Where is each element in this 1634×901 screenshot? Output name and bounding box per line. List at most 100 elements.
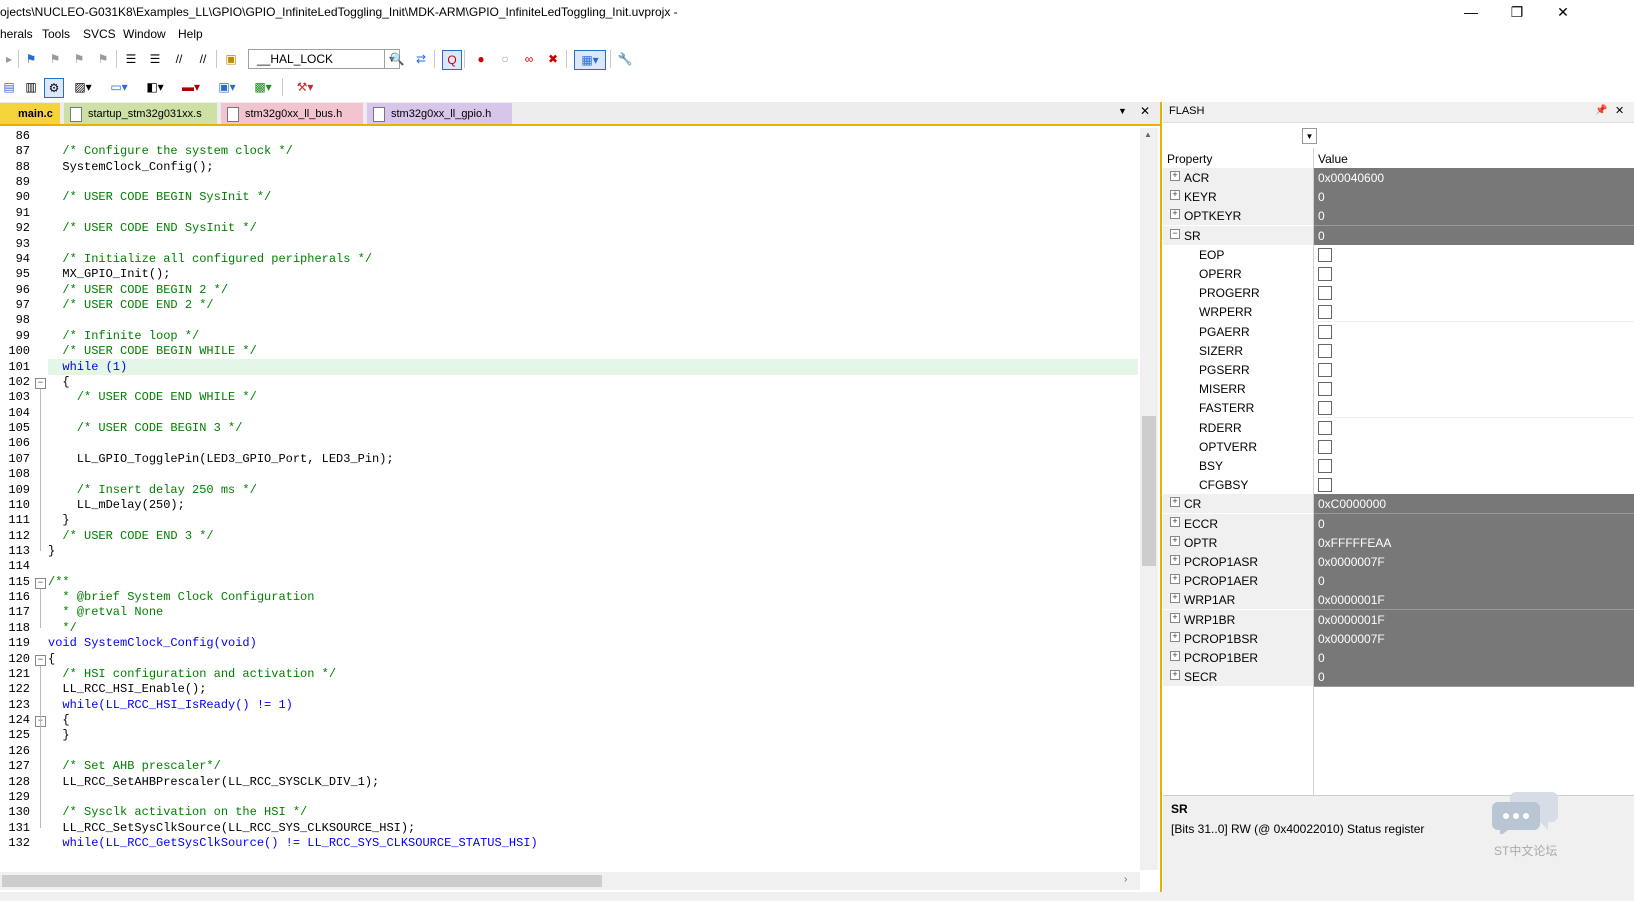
column-divider[interactable] — [1313, 148, 1314, 848]
disable-breakpoint-icon[interactable]: ○ — [496, 50, 514, 68]
bitfield-row[interactable]: PGAERR — [1163, 322, 1634, 342]
bitfield-row[interactable]: PGSERR — [1163, 360, 1634, 380]
find-in-files-icon[interactable]: ▣ — [222, 50, 240, 68]
property-value-cell[interactable] — [1314, 398, 1634, 418]
bookmark-flag-icon[interactable]: ⚑ — [22, 50, 40, 68]
bitfield-row[interactable]: FASTERR — [1163, 398, 1634, 418]
serial-icon[interactable]: ▣▾ — [212, 78, 242, 96]
bitfield-row[interactable]: SIZERR — [1163, 341, 1634, 361]
bit-checkbox[interactable] — [1318, 305, 1332, 319]
close-tab-icon[interactable]: ✕ — [1140, 104, 1150, 118]
debug-session-icon[interactable]: Q — [442, 50, 462, 70]
bit-checkbox[interactable] — [1318, 286, 1332, 300]
bit-checkbox[interactable] — [1318, 401, 1332, 415]
collapse-icon[interactable]: − — [1170, 229, 1180, 239]
configure-icon[interactable]: 🔧 — [616, 50, 634, 68]
fold-toggle-icon[interactable]: − — [35, 655, 46, 666]
property-value-cell[interactable]: 0x0000007F — [1314, 629, 1634, 649]
registers-icon[interactable]: ▨▾ — [68, 78, 98, 96]
expand-icon[interactable]: + — [1170, 536, 1180, 546]
close-panel-icon[interactable]: ✕ — [1615, 104, 1624, 117]
bit-checkbox[interactable] — [1318, 382, 1332, 396]
command-window-icon[interactable]: ▤ — [0, 78, 18, 96]
property-value-cell[interactable] — [1314, 456, 1634, 476]
property-value-cell[interactable]: 0 — [1314, 187, 1634, 207]
expand-icon[interactable]: + — [1170, 517, 1180, 527]
expand-icon[interactable]: + — [1170, 613, 1180, 623]
property-value-cell[interactable] — [1314, 245, 1634, 265]
find-combo[interactable]: __HAL_LOCK ▼ — [248, 49, 400, 69]
property-value-cell[interactable] — [1314, 264, 1634, 284]
menu-window[interactable]: Window — [123, 27, 166, 41]
bitfield-row[interactable]: EOP — [1163, 245, 1634, 265]
horizontal-scrollbar[interactable]: › — [0, 872, 1140, 890]
property-value-cell[interactable]: 0 — [1314, 648, 1634, 668]
pin-icon[interactable]: 📌 — [1595, 105, 1607, 116]
expand-icon[interactable]: + — [1170, 651, 1180, 661]
expand-icon[interactable]: + — [1170, 171, 1180, 181]
property-value-cell[interactable]: 0x0000001F — [1314, 610, 1634, 630]
property-value-cell[interactable] — [1314, 475, 1634, 495]
expand-icon[interactable]: + — [1170, 190, 1180, 200]
bitfield-row[interactable]: BSY — [1163, 456, 1634, 476]
bitfield-row[interactable]: CFGBSY — [1163, 475, 1634, 495]
property-value-cell[interactable] — [1314, 360, 1634, 380]
bit-checkbox[interactable] — [1318, 344, 1332, 358]
close-button[interactable]: ✕ — [1540, 0, 1586, 24]
register-row[interactable]: + WRP1AR 0x0000001F — [1163, 590, 1634, 610]
step-icon[interactable]: ▸ — [0, 50, 18, 68]
tab-ll-bus-h[interactable]: stm32g0xx_ll_bus.h — [221, 103, 363, 124]
disable-all-breakpoints-icon[interactable]: ∞ — [520, 50, 538, 68]
expand-icon[interactable]: + — [1170, 593, 1180, 603]
watch-icon[interactable]: ◧▾ — [140, 78, 170, 96]
property-value-cell[interactable]: 0xFFFFFEAA — [1314, 533, 1634, 553]
property-value-cell[interactable]: 0x00040600 — [1314, 168, 1634, 188]
scroll-up-icon[interactable]: ▲ — [1144, 130, 1152, 139]
find-icon[interactable]: 🔍 — [388, 50, 406, 68]
analysis-icon[interactable]: ▩▾ — [248, 78, 278, 96]
register-row[interactable]: + PCROP1BER 0 — [1163, 648, 1634, 668]
unindent-icon[interactable]: ☰ — [146, 50, 164, 68]
bitfield-row[interactable]: WRPERR — [1163, 302, 1634, 322]
register-row[interactable]: + PCROP1AER 0 — [1163, 571, 1634, 591]
register-row[interactable]: + ECCR 0 — [1163, 514, 1634, 534]
scroll-right-icon[interactable]: › — [1124, 874, 1127, 885]
register-row[interactable]: + OPTKEYR 0 — [1163, 206, 1634, 226]
property-value-cell[interactable] — [1314, 379, 1634, 399]
maximize-button[interactable]: ❐ — [1494, 0, 1540, 24]
expand-icon[interactable]: + — [1170, 209, 1180, 219]
property-value-cell[interactable]: 0x0000007F — [1314, 552, 1634, 572]
bit-checkbox[interactable] — [1318, 421, 1332, 435]
prev-bookmark-icon[interactable]: ⚑ — [46, 50, 64, 68]
tab-ll-gpio-h[interactable]: stm32g0xx_ll_gpio.h — [367, 103, 512, 124]
peripheral-select[interactable]: ▼ — [1167, 128, 1317, 144]
expand-icon[interactable]: + — [1170, 555, 1180, 565]
expand-icon[interactable]: + — [1170, 632, 1180, 642]
horizontal-scroll-thumb[interactable] — [2, 875, 602, 887]
tab-list-dropdown-icon[interactable]: ▼ — [1118, 106, 1127, 116]
register-row[interactable]: + KEYR 0 — [1163, 187, 1634, 207]
property-value-cell[interactable] — [1314, 418, 1634, 438]
property-value-cell[interactable] — [1314, 322, 1634, 342]
comment-icon[interactable]: // — [170, 50, 188, 68]
uncomment-icon[interactable]: // — [194, 50, 212, 68]
bit-checkbox[interactable] — [1318, 267, 1332, 281]
chevron-down-icon[interactable]: ▼ — [1302, 128, 1317, 144]
bit-checkbox[interactable] — [1318, 248, 1332, 262]
code-area[interactable]: 86 87 /* Configure the system clock */88 … — [0, 128, 1140, 871]
tab-startup-s[interactable]: startup_stm32g031xx.s — [64, 103, 217, 124]
property-value-cell[interactable] — [1314, 437, 1634, 457]
register-row[interactable]: + OPTR 0xFFFFFEAA — [1163, 533, 1634, 553]
property-value-cell[interactable] — [1314, 283, 1634, 303]
bitfield-row[interactable]: RDERR — [1163, 418, 1634, 438]
menu-peripherals[interactable]: herals — [0, 27, 33, 41]
register-row[interactable]: + SECR 0 — [1163, 667, 1634, 687]
expand-icon[interactable]: + — [1170, 574, 1180, 584]
clear-bookmarks-icon[interactable]: ⚑ — [94, 50, 112, 68]
property-value-cell[interactable]: 0 — [1314, 571, 1634, 591]
window-layout-icon[interactable]: ▦▾ — [574, 50, 606, 70]
fold-toggle-icon[interactable]: − — [35, 578, 46, 589]
property-value-cell[interactable] — [1314, 341, 1634, 361]
bit-checkbox[interactable] — [1318, 363, 1332, 377]
property-value-cell[interactable]: 0 — [1314, 206, 1634, 226]
